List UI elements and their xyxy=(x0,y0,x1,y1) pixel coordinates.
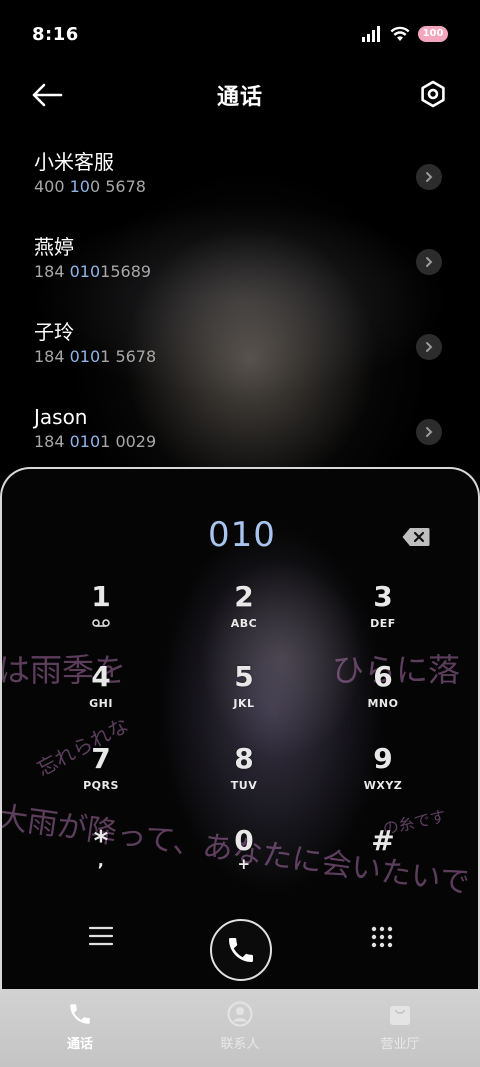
contact-number: 184 0101 0029 xyxy=(34,432,157,451)
contact-number: 184 01015689 xyxy=(34,262,152,281)
page-title: 通话 xyxy=(216,85,263,110)
contact-suggestion-list: 小米客服 400 100 5678 燕婷 184 01015689 子玲 184… xyxy=(0,140,480,480)
chevron-right-icon[interactable] xyxy=(416,164,442,190)
dialer-panel: は雨季を ひらに落 大雨が降って、あなたに会いたいで 忘れられな の糸です 01… xyxy=(0,467,480,997)
call-button[interactable] xyxy=(210,919,272,981)
key-7[interactable]: 7 PQRS xyxy=(56,743,146,813)
tab-service-hall[interactable]: 营业厅 xyxy=(320,989,480,1067)
contact-number: 184 0101 5678 xyxy=(34,347,157,366)
keypad-grid-icon[interactable] xyxy=(370,925,394,949)
key-5[interactable]: 5 JKL xyxy=(199,661,289,731)
header-bar: 通话 xyxy=(0,68,480,122)
shopping-bag-icon xyxy=(390,1006,410,1025)
phone-icon xyxy=(70,1004,90,1024)
key-9[interactable]: 9 WXYZ xyxy=(338,743,428,813)
contact-item[interactable]: 燕婷 184 01015689 xyxy=(0,225,480,310)
signal-icon xyxy=(362,26,380,42)
tab-label: 联系人 xyxy=(220,1037,260,1052)
contact-item[interactable]: 小米客服 400 100 5678 xyxy=(0,140,480,225)
key-8[interactable]: 8 TUV xyxy=(199,743,289,813)
back-arrow-icon[interactable] xyxy=(30,80,64,110)
chevron-right-icon[interactable] xyxy=(416,249,442,275)
settings-icon[interactable] xyxy=(418,79,448,109)
key-2[interactable]: 2 ABC xyxy=(199,581,289,651)
contact-name: 子玲 xyxy=(34,320,74,344)
status-bar: 8:16 100 xyxy=(0,0,480,68)
person-icon xyxy=(227,1001,253,1027)
status-icons: 100 xyxy=(362,26,448,42)
contact-name: 小米客服 xyxy=(34,150,114,174)
tab-calls[interactable]: 通话 xyxy=(0,989,160,1067)
bottom-navigation: 通话 联系人 营业厅 xyxy=(0,989,480,1067)
chevron-right-icon[interactable] xyxy=(416,419,442,445)
wifi-icon xyxy=(390,26,410,41)
key-6[interactable]: 6 MNO xyxy=(338,661,428,731)
phone-icon xyxy=(229,938,253,962)
status-time: 8:16 xyxy=(32,23,79,45)
tab-label: 通话 xyxy=(66,1037,93,1052)
tab-label: 营业厅 xyxy=(380,1037,420,1052)
contact-name: 燕婷 xyxy=(34,235,74,259)
key-3[interactable]: 3 DEF xyxy=(338,581,428,651)
voicemail-icon xyxy=(92,619,110,627)
contact-item[interactable]: 子玲 184 0101 5678 xyxy=(0,310,480,395)
key-hash[interactable]: # xyxy=(338,825,428,895)
key-4[interactable]: 4 GHI xyxy=(56,661,146,731)
key-0[interactable]: 0 + xyxy=(199,825,289,895)
key-star[interactable]: * , xyxy=(56,825,146,895)
battery-icon: 100 xyxy=(418,26,448,42)
tab-contacts[interactable]: 联系人 xyxy=(160,989,320,1067)
key-1[interactable]: 1 xyxy=(56,581,146,651)
menu-icon[interactable] xyxy=(88,925,114,947)
contact-number: 400 100 5678 xyxy=(34,177,146,196)
chevron-right-icon[interactable] xyxy=(416,334,442,360)
backspace-icon[interactable] xyxy=(402,527,430,547)
contact-name: Jason xyxy=(34,405,88,429)
